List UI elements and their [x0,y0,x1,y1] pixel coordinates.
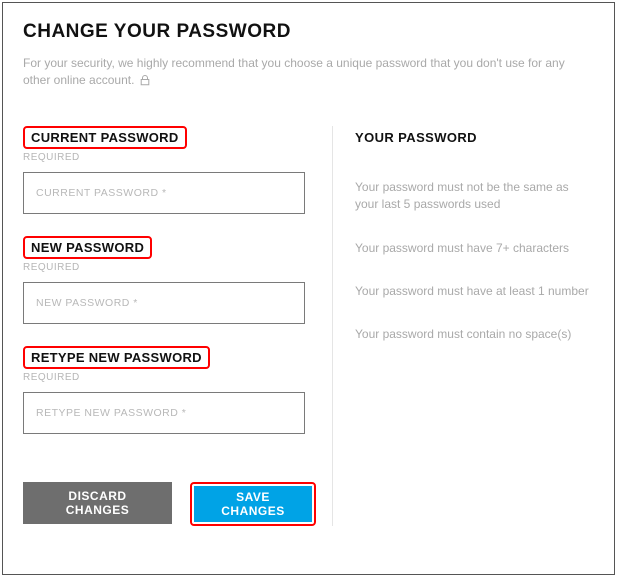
retype-password-group: RETYPE NEW PASSWORD REQUIRED [23,346,316,434]
highlight-save-button: SAVE CHANGES [190,482,316,526]
rules-title: YOUR PASSWORD [355,130,594,145]
discard-changes-button[interactable]: DISCARD CHANGES [23,482,172,524]
current-password-group: CURRENT PASSWORD REQUIRED [23,126,316,214]
lock-icon [140,74,150,91]
password-rule: Your password must have at least 1 numbe… [355,283,594,300]
password-rule: Your password must not be the same as yo… [355,179,594,214]
page-title: CHANGE YOUR PASSWORD [23,21,594,43]
button-row: DISCARD CHANGES SAVE CHANGES [23,482,316,526]
current-password-label: CURRENT PASSWORD [31,130,179,145]
highlight-new-password: NEW PASSWORD [23,236,152,259]
new-password-input[interactable] [23,282,305,324]
current-password-input[interactable] [23,172,305,214]
highlight-retype-password: RETYPE NEW PASSWORD [23,346,210,369]
password-rule: Your password must have 7+ characters [355,240,594,257]
highlight-current-password: CURRENT PASSWORD [23,126,187,149]
rules-column: YOUR PASSWORD Your password must not be … [333,126,594,526]
new-password-group: NEW PASSWORD REQUIRED [23,236,316,324]
security-description: For your security, we highly recommend t… [23,55,594,92]
password-rule: Your password must contain no space(s) [355,326,594,343]
change-password-panel: CHANGE YOUR PASSWORD For your security, … [2,2,615,575]
required-hint: REQUIRED [23,152,316,163]
form-column: CURRENT PASSWORD REQUIRED NEW PASSWORD R… [23,126,333,526]
new-password-label: NEW PASSWORD [31,240,144,255]
required-hint: REQUIRED [23,262,316,273]
save-changes-button[interactable]: SAVE CHANGES [194,486,312,522]
retype-password-input[interactable] [23,392,305,434]
description-text: For your security, we highly recommend t… [23,56,565,87]
required-hint: REQUIRED [23,372,316,383]
retype-password-label: RETYPE NEW PASSWORD [31,350,202,365]
